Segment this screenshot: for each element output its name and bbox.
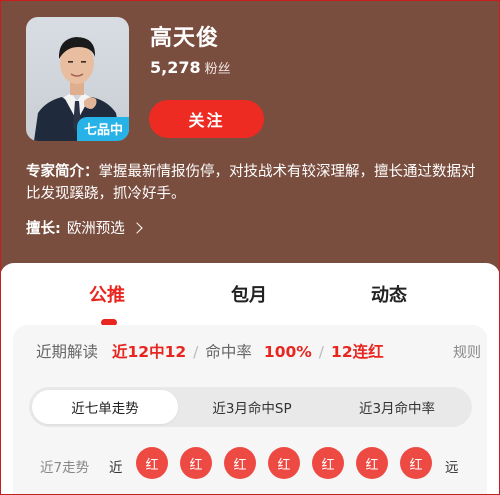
tab-gongtui[interactable]: 公推 xyxy=(89,281,125,307)
level-badge: 七品中 xyxy=(76,117,129,141)
hit-rate-value: 100% xyxy=(263,343,312,361)
separator: / xyxy=(318,343,325,361)
specialty-link[interactable]: 擅长: 欧洲预选 xyxy=(26,217,143,238)
recent-value: 近12中12 xyxy=(112,343,187,361)
fans-info: 5,278 粉丝 xyxy=(150,58,231,77)
stats-row: 近期解读 近12中12 / 命中率 100% / 12连红 规则 xyxy=(36,340,481,362)
segment-three-month-sp[interactable]: 近3月命中SP xyxy=(179,390,325,424)
segment-three-month-rate[interactable]: 近3月命中率 xyxy=(325,390,469,424)
avatar[interactable]: 七品中 xyxy=(26,17,129,141)
fans-label: 粉丝 xyxy=(204,62,231,77)
chevron-right-icon xyxy=(131,221,143,234)
stats-card: 近期解读 近12中12 / 命中率 100% / 12连红 规则 近七单走势 近… xyxy=(13,325,487,495)
profile-header: 七品中 高天俊 5,278 粉丝 关注 专家简介：掌握最新情报伤停，对技战术有较深… xyxy=(0,0,500,268)
result-dot: 红 xyxy=(180,447,212,479)
recent-label: 近期解读 xyxy=(36,343,99,361)
tab-dongtai[interactable]: 动态 xyxy=(371,281,407,307)
expert-name: 高天俊 xyxy=(150,26,220,51)
tab-baoyue[interactable]: 包月 xyxy=(231,281,267,307)
trend-label: 近7走势 xyxy=(40,460,90,476)
follow-button[interactable]: 关注 xyxy=(149,100,264,138)
specialty-value: 欧洲预选 xyxy=(66,221,125,237)
result-dot: 红 xyxy=(400,447,432,479)
hit-rate-label: 命中率 xyxy=(205,343,252,361)
segment-recent-seven[interactable]: 近七单走势 xyxy=(32,390,178,424)
expert-intro: 专家简介：掌握最新情报伤停，对技战术有较深理解，擅长通过数据对比发现蹊跷，抓冷好… xyxy=(26,161,476,205)
trend-far-label: 远 xyxy=(445,460,459,476)
intro-label: 专家简介： xyxy=(26,164,99,180)
result-dot: 红 xyxy=(312,447,344,479)
rules-link[interactable]: 规则 xyxy=(453,342,481,362)
result-dot: 红 xyxy=(268,447,300,479)
content-panel: 公推 包月 动态 近期解读 近12中12 / 命中率 100% / 12连红 规… xyxy=(0,263,500,495)
streak-value: 12连红 xyxy=(331,343,384,361)
trend-row: 近7走势 近 红 红 红 红 红 红 红 远 xyxy=(13,447,487,483)
result-dot: 红 xyxy=(224,447,256,479)
fans-count: 5,278 xyxy=(150,58,201,77)
specialty-label: 擅长: xyxy=(26,221,61,237)
result-dot: 红 xyxy=(356,447,388,479)
trend-segmented-control: 近七单走势 近3月命中SP 近3月命中率 xyxy=(29,387,472,427)
tab-bar: 公推 包月 动态 xyxy=(0,281,500,321)
result-dot: 红 xyxy=(136,447,168,479)
trend-near-label: 近 xyxy=(109,460,123,476)
separator: / xyxy=(193,343,199,361)
